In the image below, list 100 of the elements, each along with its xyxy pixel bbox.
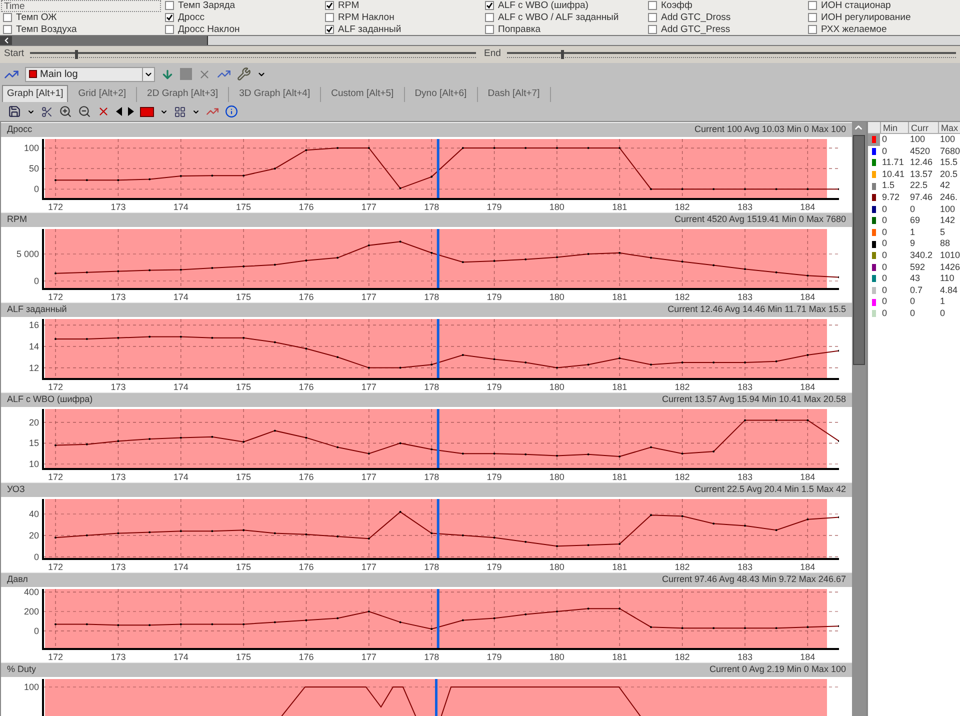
axis-label: 184	[800, 292, 816, 302]
slider-label: End	[484, 47, 501, 62]
axis-label: 50	[28, 164, 39, 174]
axis-label: 184	[800, 472, 816, 482]
axis-label: 183	[737, 472, 752, 482]
axis-label: 181	[612, 472, 628, 482]
chart-title: Давл	[7, 573, 28, 586]
table-cell-text: 42	[938, 180, 951, 192]
axis-label: 173	[110, 472, 126, 482]
table-cell-text: 0.7	[908, 284, 924, 296]
chart-stats: Current 100 Avg 10.03 Min 0 Max 100	[694, 123, 846, 136]
axis-label: 400	[24, 587, 39, 598]
axis-label: 172	[48, 202, 64, 212]
axis-label: 180	[549, 292, 564, 302]
chart-stats: Current 13.57 Avg 15.94 Min 10.41 Max 20.58	[662, 393, 846, 406]
table-cell-text: 10.41	[880, 168, 906, 180]
axis-label: 178	[424, 202, 440, 212]
axis-label: 181	[612, 382, 628, 392]
axis-label: 173	[110, 562, 126, 572]
axis-label: 40	[28, 509, 39, 519]
axis-label: 174	[173, 562, 188, 572]
axis-label: 179	[486, 472, 502, 482]
axis-label: 180	[549, 562, 564, 572]
axis-label: 0	[34, 626, 39, 636]
table-cell-text: 110	[938, 273, 956, 285]
table-cell-text: 5	[938, 226, 946, 238]
axis-label: 10	[28, 459, 39, 469]
axis-label: 174	[173, 292, 188, 302]
axis-label: 179	[486, 292, 502, 302]
axis-label: 184	[800, 652, 816, 662]
axis-label: 181	[612, 562, 628, 572]
axis-label: 180	[549, 472, 564, 482]
chart-title: Дросс	[7, 123, 32, 136]
axis-label: 183	[737, 292, 752, 302]
axis-label: 183	[737, 562, 752, 572]
column-header: Time	[1, 0, 161, 12]
axis-label: 178	[424, 652, 440, 662]
table-cell-text: 22.5	[908, 180, 928, 192]
column-header: Max	[938, 122, 960, 134]
chart-stats: Current 0 Avg 2.19 Min 0 Max 100	[710, 663, 846, 676]
table-cell-text: 0	[880, 284, 888, 296]
table-cell-text: 1	[938, 296, 946, 308]
axis-label: 176	[298, 202, 314, 212]
axis-label: 181	[612, 292, 628, 302]
axis-label: 180	[549, 202, 564, 212]
axis-label: 15	[28, 438, 39, 448]
table-cell-text: 69	[908, 215, 921, 227]
axis-label: 178	[424, 292, 440, 302]
axis-label: 174	[173, 382, 188, 392]
chart-title: % Duty	[7, 663, 36, 676]
table-cell-text: 1010	[938, 250, 960, 262]
axis-label: 12	[28, 362, 39, 373]
axis-label: 0	[34, 184, 39, 194]
axis-label: 183	[737, 652, 752, 662]
axis-label: 181	[612, 652, 628, 662]
axis-label: 172	[48, 382, 64, 392]
axis-label: 177	[361, 202, 376, 212]
table-cell-text: 0	[880, 296, 888, 308]
axis-label: 184	[800, 562, 816, 572]
axis-label: 177	[361, 292, 376, 302]
chart-title: ALF с WBO (шифра)	[7, 393, 93, 406]
axis-label: 174	[173, 652, 188, 662]
axis-label: 172	[48, 652, 64, 662]
table-cell-text: 20.5	[938, 168, 958, 180]
table-cell-text: 9	[908, 238, 916, 250]
axis-label: 180	[549, 382, 564, 392]
table-cell-text: 100	[938, 134, 956, 146]
axis-label: 100	[24, 143, 39, 154]
axis-label: 184	[800, 202, 816, 212]
column-header: Curr	[908, 122, 938, 134]
table-cell-text: 43	[908, 273, 921, 285]
table-cell-text: 592	[908, 262, 926, 274]
table-cell-text: 1	[908, 226, 916, 238]
axis-label: 177	[361, 652, 376, 662]
axis-label: 178	[424, 562, 440, 572]
table-cell-text: 9.72	[880, 192, 900, 204]
axis-label: 175	[236, 202, 252, 212]
chart-title: УОЗ	[7, 483, 25, 496]
axis-label: 178	[424, 382, 440, 392]
chart-title: RPM	[7, 213, 27, 226]
axis-label: 175	[236, 652, 252, 662]
table-cell-text: 88	[938, 238, 951, 250]
table-cell-text: 100	[908, 134, 926, 146]
slider-label: Start	[4, 47, 24, 62]
axis-label: 179	[486, 562, 502, 572]
axis-label: 177	[361, 382, 376, 392]
table-cell-text: 100	[938, 204, 956, 216]
table-cell-text: 0	[938, 308, 946, 320]
axis-label: 0	[34, 552, 39, 562]
axis-label: 177	[361, 562, 376, 572]
axis-label: 176	[298, 382, 314, 392]
table-cell-text: 0	[880, 238, 888, 250]
axis-label: 174	[173, 472, 188, 482]
axis-label: 182	[674, 202, 690, 212]
axis-label: 177	[361, 472, 376, 482]
table-cell-text: 4.84	[938, 284, 958, 296]
table-cell-text: 0	[908, 204, 916, 216]
axis-label: 20	[28, 530, 39, 540]
table-cell-text: 0	[880, 226, 888, 238]
axis-label: 173	[110, 292, 126, 302]
